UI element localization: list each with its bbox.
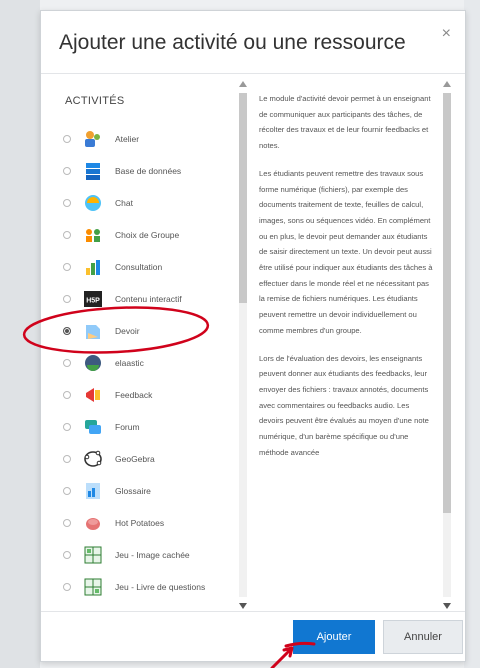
activity-label: Glossaire xyxy=(115,485,151,496)
activity-list-scrollbar[interactable] xyxy=(237,79,249,611)
chat-icon xyxy=(83,193,103,213)
h5p-icon: H5P xyxy=(83,289,103,309)
radio-button[interactable] xyxy=(63,359,71,367)
group-choice-icon xyxy=(83,225,103,245)
scroll-down-arrow-icon[interactable] xyxy=(443,603,451,609)
radio-button[interactable] xyxy=(63,167,71,175)
activity-item-elaastic[interactable]: elaastic xyxy=(59,347,229,379)
hidden-picture-icon xyxy=(83,545,103,565)
activities-heading: ACTIVITÉS xyxy=(65,95,125,107)
activity-item-glossaire[interactable]: Glossaire xyxy=(59,475,229,507)
radio-button[interactable] xyxy=(63,519,71,527)
activity-item-forum[interactable]: Forum xyxy=(59,411,229,443)
chart-icon xyxy=(83,257,103,277)
description-paragraph: Lors de l'évaluation des devoirs, les en… xyxy=(259,353,429,457)
dialog-body: ACTIVITÉS Atelier Base de données Chat C… xyxy=(59,79,459,611)
radio-button-selected[interactable] xyxy=(63,327,71,335)
radio-button[interactable] xyxy=(63,455,71,463)
cancel-button[interactable]: Annuler xyxy=(383,620,463,654)
page-backdrop-left xyxy=(0,0,40,668)
activity-label: Consultation xyxy=(115,261,163,272)
activity-label: Forum xyxy=(115,421,140,432)
activity-list: ACTIVITÉS Atelier Base de données Chat C… xyxy=(59,79,237,611)
activity-label: Contenu interactif xyxy=(115,293,182,304)
activity-item-hot-potatoes[interactable]: Hot Potatoes xyxy=(59,507,229,539)
activity-item-chat[interactable]: Chat xyxy=(59,187,229,219)
geogebra-icon xyxy=(83,449,103,469)
add-button[interactable]: Ajouter xyxy=(293,620,375,654)
activity-item-jeu-image-cachee[interactable]: Jeu - Image cachée xyxy=(59,539,229,571)
close-icon[interactable]: × xyxy=(442,25,451,43)
activity-label: Devoir xyxy=(115,325,140,336)
activity-item-consultation[interactable]: Consultation xyxy=(59,251,229,283)
activity-label: Base de données xyxy=(115,165,182,176)
radio-button[interactable] xyxy=(63,199,71,207)
radio-button[interactable] xyxy=(63,551,71,559)
scrollbar-thumb[interactable] xyxy=(239,93,247,303)
activity-item-geogebra[interactable]: GeoGebra xyxy=(59,443,229,475)
activity-item-contenu-interactif[interactable]: H5P Contenu interactif xyxy=(59,283,229,315)
elaastic-icon xyxy=(83,353,103,373)
activity-label: Feedback xyxy=(115,389,153,400)
activity-label: Chat xyxy=(115,197,133,208)
activity-label: Atelier xyxy=(115,133,140,144)
page-backdrop-right xyxy=(464,0,480,668)
activity-label: elaastic xyxy=(115,357,144,368)
radio-button[interactable] xyxy=(63,295,71,303)
activity-item-feedback[interactable]: Feedback xyxy=(59,379,229,411)
radio-button[interactable] xyxy=(63,231,71,239)
book-questions-icon xyxy=(83,577,103,597)
dialog-header: Ajouter une activité ou une ressource × xyxy=(41,11,465,74)
radio-button[interactable] xyxy=(63,135,71,143)
radio-button[interactable] xyxy=(63,423,71,431)
radio-button[interactable] xyxy=(63,263,71,271)
hot-potatoes-icon xyxy=(83,513,103,533)
radio-button[interactable] xyxy=(63,391,71,399)
description-paragraph: Le module d'activité devoir permet à un … xyxy=(259,94,431,151)
svg-text:H5P: H5P xyxy=(86,298,100,305)
activity-label: Choix de Groupe xyxy=(115,229,180,240)
activity-item-jeu-livre-de-questions[interactable]: Jeu - Livre de questions xyxy=(59,571,229,603)
activity-label: GeoGebra xyxy=(115,453,155,464)
glossary-icon xyxy=(83,481,103,501)
activity-label: Jeu - Livre de questions xyxy=(115,581,206,592)
database-icon xyxy=(83,161,103,181)
scroll-down-arrow-icon[interactable] xyxy=(239,603,247,609)
description-paragraph: Les étudiants peuvent remettre des trava… xyxy=(259,168,433,335)
forum-icon xyxy=(83,417,103,437)
activity-description: Le module d'activité devoir permet à un … xyxy=(249,79,439,611)
radio-button[interactable] xyxy=(63,583,71,591)
description-scrollbar[interactable] xyxy=(441,79,453,611)
radio-button[interactable] xyxy=(63,487,71,495)
dialog-footer: Ajouter Annuler xyxy=(41,611,465,662)
add-activity-dialog: Ajouter une activité ou une ressource × … xyxy=(40,10,466,662)
feedback-icon xyxy=(83,385,103,405)
assignment-icon xyxy=(83,321,103,341)
activity-label: Jeu - Image cachée xyxy=(115,549,190,560)
activity-item-devoir[interactable]: Devoir xyxy=(59,315,229,347)
activity-label: Hot Potatoes xyxy=(115,517,165,528)
scroll-up-arrow-icon[interactable] xyxy=(443,81,451,87)
dialog-title: Ajouter une activité ou une ressource xyxy=(59,31,406,54)
activity-item-choix-de-groupe[interactable]: Choix de Groupe xyxy=(59,219,229,251)
scrollbar-thumb[interactable] xyxy=(443,93,451,513)
activity-item-base-de-donnees[interactable]: Base de données xyxy=(59,155,229,187)
scroll-up-arrow-icon[interactable] xyxy=(239,81,247,87)
activity-item-atelier[interactable]: Atelier xyxy=(59,123,229,155)
workshop-icon xyxy=(83,129,103,149)
